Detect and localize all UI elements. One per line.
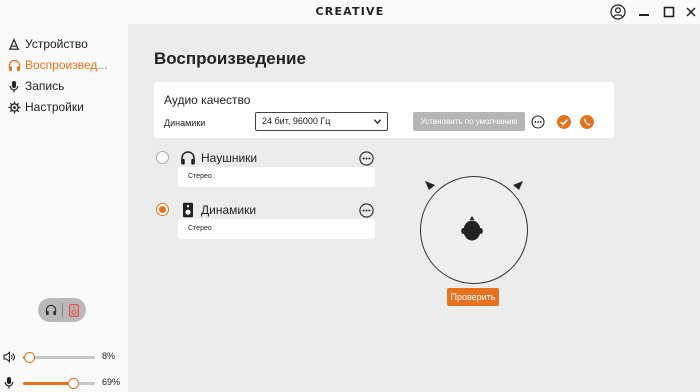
account-button[interactable] — [607, 2, 629, 22]
maximize-button[interactable] — [658, 2, 680, 22]
speaker-volume-icon — [3, 350, 17, 364]
left-speaker-icon[interactable] — [424, 179, 438, 191]
more-options-icon[interactable] — [531, 115, 545, 129]
device-icon — [7, 37, 21, 51]
account-icon — [610, 4, 626, 20]
minimize-icon — [639, 14, 649, 16]
title-bar: CREATIVE — [0, 0, 700, 24]
set-default-button[interactable]: Установить по умолчанию — [413, 112, 525, 131]
toggle-divider — [61, 303, 63, 317]
headphones-icon — [7, 58, 21, 72]
speakers-radio[interactable] — [156, 203, 169, 216]
microphone-icon — [3, 376, 17, 390]
gear-icon — [7, 100, 21, 114]
mic-percent: 69% — [102, 377, 121, 387]
sidebar-item-device[interactable]: Устройство — [0, 34, 128, 54]
volume-slider[interactable] — [23, 352, 95, 363]
maximize-icon — [663, 6, 675, 18]
right-speaker-icon[interactable] — [510, 179, 524, 191]
sidebar-item-label: Настройки — [25, 100, 84, 114]
volume-slider-row: 8% — [0, 347, 128, 367]
default-device-icon[interactable] — [557, 115, 571, 129]
more-options-icon[interactable] — [359, 151, 374, 166]
audio-quality-card: Аудио качество Динамики 24 бит, 96000 Гц… — [154, 82, 614, 138]
minimize-button[interactable] — [633, 2, 655, 22]
sidebar-item-recording[interactable]: Запись — [0, 76, 128, 96]
headphones-icon — [181, 151, 195, 165]
sidebar-item-settings[interactable]: Настройки — [0, 97, 128, 117]
sidebar-item-label: Устройство — [25, 37, 88, 51]
device-name: Наушники — [201, 151, 258, 165]
headphones-radio[interactable] — [156, 151, 169, 164]
close-icon — [686, 7, 696, 17]
audio-format-select[interactable]: 24 бит, 96000 Гц — [255, 112, 388, 131]
more-options-icon[interactable] — [359, 203, 374, 218]
brand-logo: CREATIVE — [315, 5, 385, 18]
mic-knob[interactable] — [67, 378, 79, 389]
mic-slider[interactable] — [23, 378, 95, 389]
output-toggle[interactable] — [38, 298, 86, 322]
device-label: Динамики — [164, 118, 206, 128]
microphone-icon — [7, 79, 21, 93]
page-title: Воспроизведение — [154, 49, 306, 68]
sidebar-item-playback[interactable]: Воспроизвед... — [0, 55, 128, 75]
test-button[interactable]: Проверить — [447, 288, 499, 306]
device-mode: Стерео — [178, 167, 375, 187]
device-speakers[interactable]: Динамики Стерео — [156, 202, 381, 243]
default-communication-icon[interactable] — [580, 115, 594, 129]
mic-fill — [23, 382, 73, 385]
headphones-icon[interactable] — [42, 301, 60, 319]
audio-quality-title: Аудио качество — [164, 93, 251, 107]
volume-percent: 8% — [102, 351, 116, 361]
device-mode: Стерео — [178, 219, 375, 239]
audio-format-value: 24 бит, 96000 Гц — [262, 116, 331, 126]
mic-slider-row: 69% — [0, 373, 128, 392]
close-button[interactable] — [680, 2, 700, 22]
device-headphones[interactable]: Наушники Стерео — [156, 151, 381, 191]
volume-knob[interactable] — [23, 352, 35, 363]
speaker-icon[interactable] — [65, 301, 83, 319]
listener-head-icon — [461, 216, 483, 241]
sidebar: Устройство Воспроизвед... Запись Настрой… — [0, 24, 128, 392]
chevron-down-icon — [373, 119, 382, 125]
speaker-icon — [183, 202, 193, 218]
sidebar-item-label: Воспроизвед... — [25, 58, 108, 72]
device-name: Динамики — [201, 203, 257, 217]
sidebar-item-label: Запись — [25, 79, 65, 93]
